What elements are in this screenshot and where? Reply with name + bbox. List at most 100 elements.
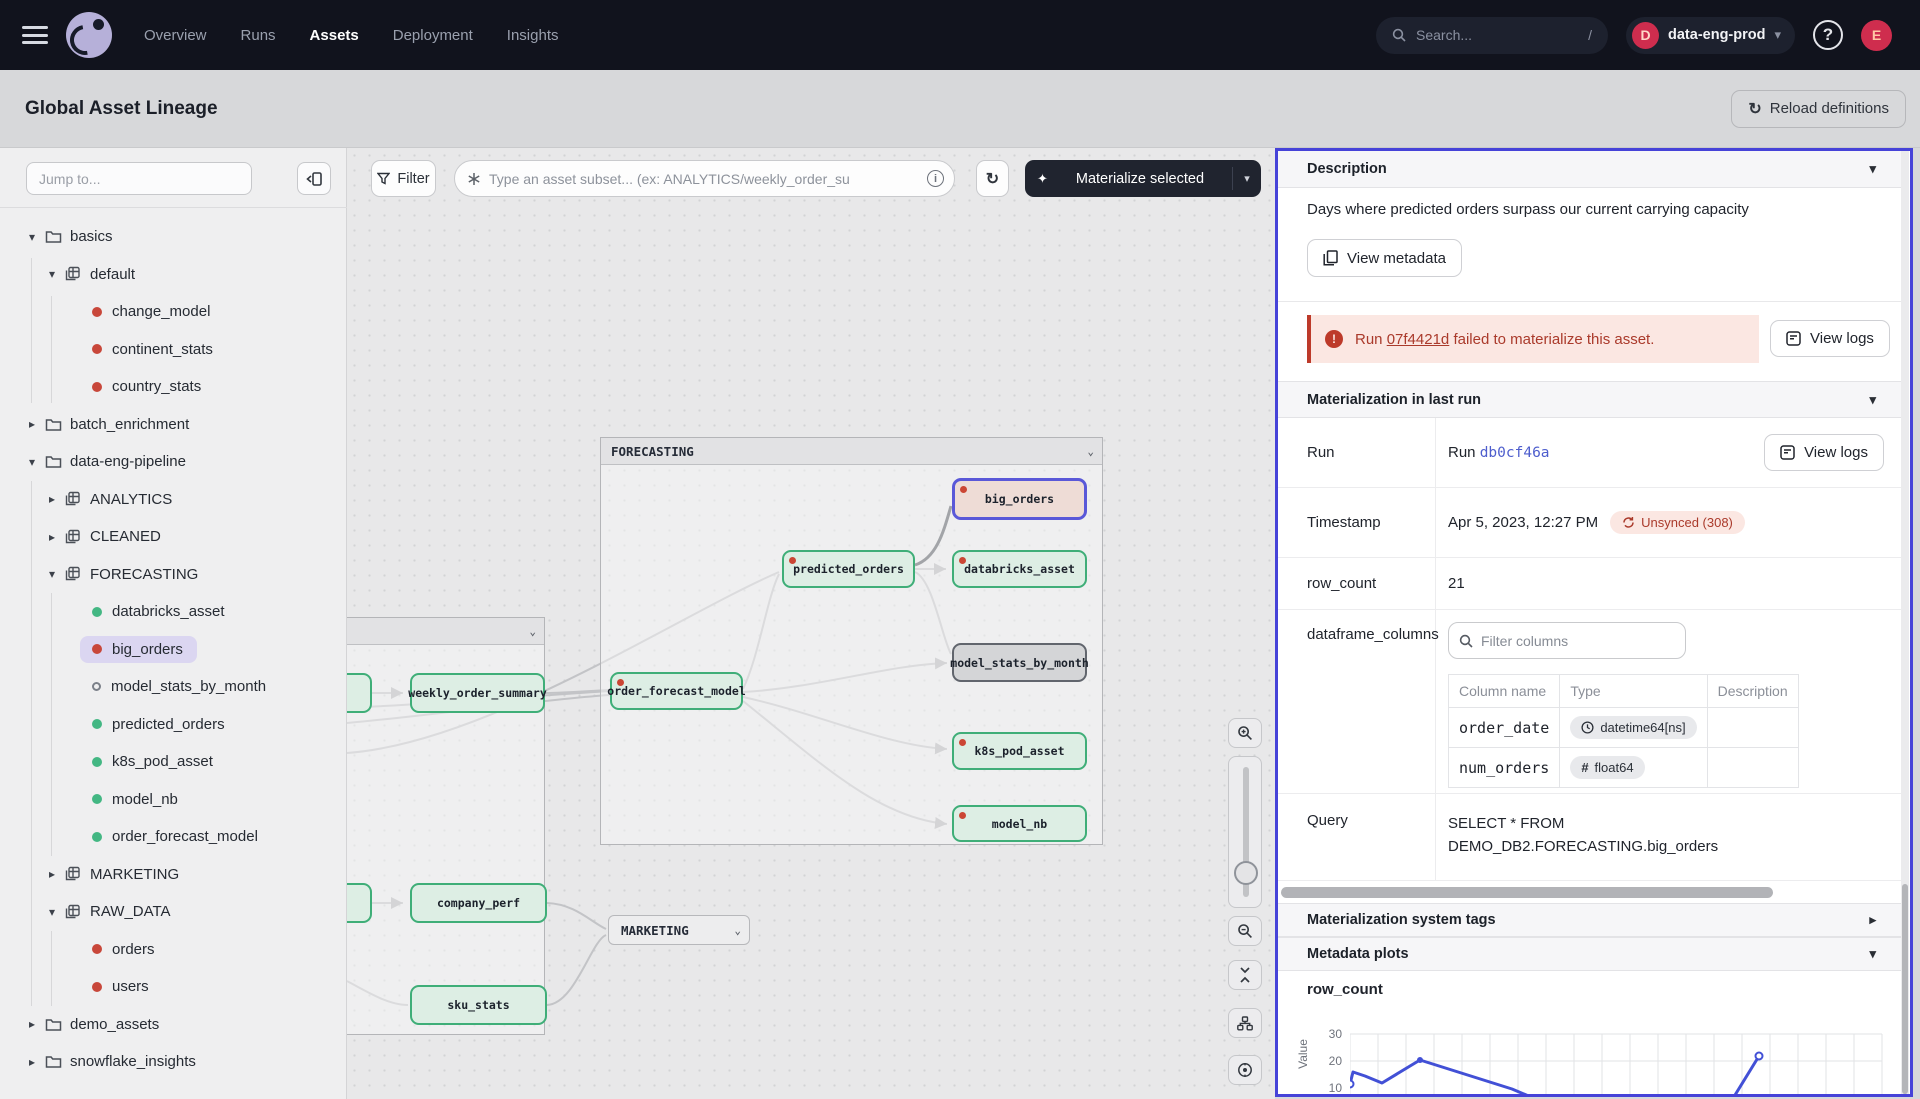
caret-right-icon[interactable]	[44, 867, 60, 881]
asset-details-panel: Description Days where predicted orders …	[1275, 148, 1913, 1097]
nav-items: Overview Runs Assets Deployment Insights	[144, 27, 559, 44]
collapse-group-icon[interactable]	[1087, 445, 1094, 458]
recenter-button[interactable]	[1228, 1055, 1262, 1085]
asset-node-predicted_orders[interactable]: predicted_orders	[782, 550, 915, 588]
logs-icon	[1780, 445, 1795, 460]
collapse-sidebar-button[interactable]	[297, 162, 331, 195]
caret-down-icon[interactable]	[24, 455, 40, 469]
caret-right-icon[interactable]	[44, 530, 60, 544]
nav-assets[interactable]: Assets	[310, 27, 359, 44]
help-icon[interactable]: ?	[1813, 20, 1843, 50]
nav-overview[interactable]: Overview	[144, 27, 207, 44]
section-header-metadata-plots[interactable]: Metadata plots	[1278, 937, 1902, 971]
view-logs-button[interactable]: View logs	[1764, 434, 1884, 471]
view-logs-button[interactable]: View logs	[1770, 320, 1890, 357]
sidebar-item-orders[interactable]: orders	[0, 931, 347, 969]
sidebar-item-data-eng-pipeline[interactable]: data-eng-pipeline	[0, 443, 347, 481]
zoom-in-button[interactable]	[1228, 718, 1262, 748]
section-header-system-tags[interactable]: Materialization system tags	[1278, 903, 1902, 937]
avatar[interactable]: E	[1861, 20, 1892, 51]
sidebar-item-model_stats_by_month[interactable]: model_stats_by_month	[0, 668, 347, 706]
asset-node-company_perf[interactable]: company_perf	[410, 883, 547, 923]
section-header-last-run[interactable]: Materialization in last run	[1278, 381, 1902, 418]
collapse-all-groups-button[interactable]	[1228, 960, 1262, 990]
sidebar-item-FORECASTING[interactable]: FORECASTING	[0, 556, 347, 594]
asset-node-big_orders[interactable]: big_orders	[952, 478, 1087, 520]
materialize-selected-button[interactable]: Materialize selected ▾	[1025, 160, 1261, 197]
sidebar-item-order_forecast_model[interactable]: order_forecast_model	[0, 818, 347, 856]
filter-button[interactable]: Filter	[371, 160, 436, 197]
col-header-type: Type	[1560, 675, 1707, 708]
caret-down-icon[interactable]	[24, 230, 40, 244]
caret-right-icon[interactable]	[24, 1017, 40, 1031]
deployment-switcher[interactable]: D data-eng-prod	[1626, 17, 1795, 54]
scrollbar-thumb[interactable]	[1902, 884, 1908, 1094]
sidebar-item-CLEANED[interactable]: CLEANED	[0, 518, 347, 556]
sidebar-item-RAW_DATA[interactable]: RAW_DATA	[0, 893, 347, 931]
scrollbar-thumb[interactable]	[1281, 887, 1773, 898]
asset-group-collapsed-marketing[interactable]: MARKETING	[608, 915, 750, 945]
expand-group-icon[interactable]	[734, 924, 741, 937]
dagster-logo[interactable]	[66, 12, 112, 58]
sidebar-item-snowflake_insights[interactable]: snowflake_insights	[0, 1043, 347, 1081]
panel-vertical-scrollbar[interactable]	[1901, 151, 1909, 1094]
hamburger-menu-icon[interactable]	[22, 26, 48, 44]
sidebar-item-ANALYTICS[interactable]: ANALYTICS	[0, 481, 347, 519]
chevron-down-icon	[1869, 161, 1876, 177]
nav-deployment[interactable]: Deployment	[393, 27, 473, 44]
caret-down-icon[interactable]	[44, 267, 60, 281]
section-header-description[interactable]: Description	[1278, 151, 1902, 188]
sidebar-item-databricks_asset[interactable]: databricks_asset	[0, 593, 347, 631]
nav-insights[interactable]: Insights	[507, 27, 559, 44]
sidebar-item-big_orders[interactable]: big_orders	[0, 631, 347, 669]
asset-node-k8s_pod_asset[interactable]: k8s_pod_asset	[952, 732, 1087, 770]
zoom-slider[interactable]	[1228, 756, 1262, 908]
sidebar-item-batch_enrichment[interactable]: batch_enrichment	[0, 406, 347, 444]
nav-runs[interactable]: Runs	[241, 27, 276, 44]
graph-layout-button[interactable]	[1228, 1008, 1262, 1038]
asset-subset-input[interactable]	[489, 171, 919, 187]
caret-down-icon[interactable]	[44, 567, 60, 581]
filter-columns-input[interactable]	[1448, 622, 1686, 659]
y-tick: 30	[1312, 1027, 1342, 1041]
jump-to-input[interactable]	[26, 162, 252, 195]
asset-node-weekly_order_summary[interactable]: weekly_order_summary	[410, 673, 545, 713]
caret-right-icon[interactable]	[44, 492, 60, 506]
run-id-link[interactable]: db0cf46a	[1480, 445, 1550, 461]
asset-node-order_forecast_model[interactable]: order_forecast_model	[610, 672, 743, 710]
caret-down-icon[interactable]	[44, 905, 60, 919]
zoom-slider-handle[interactable]	[1234, 861, 1258, 885]
asset-node-model_stats_by_month[interactable]: model_stats_by_month	[952, 643, 1087, 682]
sidebar-item-default[interactable]: default	[0, 256, 347, 294]
sidebar-item-change_model[interactable]: change_model	[0, 293, 347, 331]
collapse-group-icon[interactable]	[529, 625, 536, 638]
asset-node-stub[interactable]	[347, 673, 372, 713]
sidebar-item-model_nb[interactable]: model_nb	[0, 781, 347, 819]
sidebar-item-MARKETING[interactable]: MARKETING	[0, 856, 347, 894]
sidebar-item-users[interactable]: users	[0, 968, 347, 1006]
caret-right-icon[interactable]	[24, 417, 40, 431]
search-input[interactable]: Search... /	[1376, 17, 1608, 54]
asset-node-sku_stats[interactable]: sku_stats	[410, 985, 547, 1025]
reload-definitions-button[interactable]: Reload definitions	[1731, 90, 1906, 128]
horizontal-scrollbar[interactable]	[1278, 885, 1902, 901]
refresh-graph-button[interactable]	[976, 160, 1009, 197]
sidebar-item-demo_assets[interactable]: demo_assets	[0, 1006, 347, 1044]
asset-node-stub[interactable]	[347, 883, 372, 923]
info-icon[interactable]: i	[927, 170, 944, 187]
materialize-dropdown-chevron[interactable]: ▾	[1233, 172, 1261, 185]
view-metadata-button[interactable]: View metadata	[1307, 239, 1462, 277]
asset-node-databricks_asset[interactable]: databricks_asset	[952, 550, 1087, 588]
zoom-out-button[interactable]	[1228, 916, 1262, 946]
sidebar-item-country_stats[interactable]: country_stats	[0, 368, 347, 406]
sidebar-item-predicted_orders[interactable]: predicted_orders	[0, 706, 347, 744]
caret-right-icon[interactable]	[24, 1055, 40, 1069]
lineage-graph-canvas[interactable]: FORECASTING MARKETING weekly_order_summa…	[347, 148, 1275, 1099]
panel-collapse-icon	[306, 172, 322, 186]
asset-node-model_nb[interactable]: model_nb	[952, 805, 1087, 842]
sidebar-item-k8s_pod_asset[interactable]: k8s_pod_asset	[0, 743, 347, 781]
sidebar-item-basics[interactable]: basics	[0, 218, 347, 256]
sidebar-item-continent_stats[interactable]: continent_stats	[0, 331, 347, 369]
kv-row-dataframe-columns: dataframe_columns Column name Type Descr…	[1278, 610, 1902, 794]
failed-run-link[interactable]: 07f4421d	[1387, 331, 1450, 348]
